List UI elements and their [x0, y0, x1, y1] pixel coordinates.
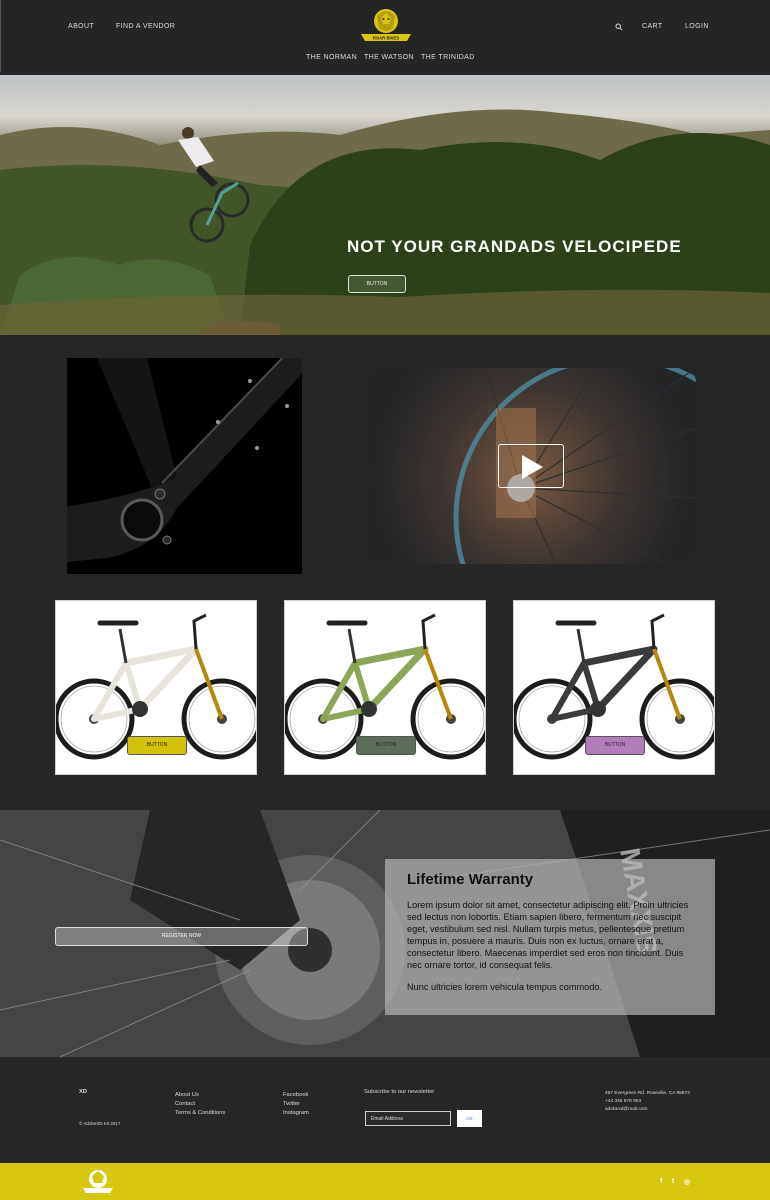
product-button[interactable]: BUTTON: [585, 736, 645, 755]
hero-button[interactable]: BUTTON: [348, 275, 406, 293]
product-card[interactable]: BUTTON: [284, 600, 486, 775]
logo-text: ROAR BIKES: [373, 36, 399, 41]
video-player[interactable]: [366, 368, 696, 564]
product-card[interactable]: BUTTON: [55, 600, 257, 775]
site-header: ABOUT FIND A VENDOR ROAR BIKES CART LOGI…: [0, 0, 770, 72]
footer-phone: +44 345 678 903: [605, 1099, 642, 1104]
search-icon[interactable]: [615, 23, 623, 31]
hero-landscape-image: [0, 109, 770, 335]
nav-cart-link[interactable]: CART: [642, 23, 663, 30]
twitter-icon[interactable]: t: [672, 1178, 674, 1185]
footer-copyright: © AdobeXD Kit 2017: [79, 1121, 121, 1126]
warranty-section: MAXXIS REGISTER NOW Lifetime Warranty Lo…: [0, 810, 770, 1057]
footer-address: 497 Evergreen Rd. Roseville, CA 95673: [605, 1091, 690, 1096]
warranty-footer-text: Nunc ultricies lorem vehicula tempus com…: [407, 982, 603, 992]
roar-bikes-logo[interactable]: ROAR BIKES: [357, 4, 415, 46]
newsletter-label: Subscribe to our newsletter: [364, 1089, 435, 1095]
nav-the-watson-link[interactable]: THE WATSON: [364, 54, 414, 61]
product-button[interactable]: BUTTON: [127, 736, 187, 755]
nav-about-link[interactable]: ABOUT: [68, 23, 94, 30]
hero-title: NOT YOUR GRANDADS VELOCIPEDE: [347, 237, 682, 256]
bottom-logo[interactable]: [80, 1167, 116, 1197]
nav-find-vendor-link[interactable]: FIND A VENDOR: [116, 23, 175, 30]
play-button[interactable]: [498, 444, 564, 488]
newsletter-email-input[interactable]: [365, 1111, 451, 1126]
newsletter-ok-button[interactable]: OK: [457, 1110, 482, 1127]
warranty-info-box: Lifetime Warranty Lorem ipsum dolor sit …: [385, 859, 715, 1015]
footer-email-link[interactable]: adobexd@mail.com: [605, 1107, 647, 1112]
warranty-title: Lifetime Warranty: [407, 871, 534, 888]
register-now-button[interactable]: REGISTER NOW: [55, 927, 308, 946]
footer-link-instagram[interactable]: Instagram: [283, 1110, 309, 1116]
warranty-body-text: Lorem ipsum dolor sit amet, consectetur …: [407, 900, 689, 970]
footer-link-twitter[interactable]: Twitter: [283, 1101, 300, 1107]
footer-link-contact[interactable]: Contact: [175, 1101, 195, 1107]
instagram-icon[interactable]: ◎: [684, 1178, 690, 1186]
footer-link-about-us[interactable]: About Us: [175, 1092, 199, 1098]
product-card[interactable]: BUTTON: [513, 600, 715, 775]
bottom-bar: f t ◎: [0, 1163, 770, 1200]
nav-the-trinidad-link[interactable]: THE TRINIDAD: [421, 54, 475, 61]
play-icon: [522, 455, 543, 479]
footer-link-facebook[interactable]: Facebook: [283, 1092, 308, 1098]
product-button[interactable]: BUTTON: [356, 736, 416, 755]
carbon-frame-image: [67, 358, 302, 574]
facebook-icon[interactable]: f: [660, 1178, 662, 1185]
nav-login-link[interactable]: LOGIN: [685, 23, 709, 30]
footer-brand: XD: [79, 1089, 88, 1095]
site-footer: XD © AdobeXD Kit 2017 About Us Contact T…: [0, 1057, 770, 1163]
nav-the-norman-link[interactable]: THE NORMAN: [306, 54, 357, 61]
footer-link-terms[interactable]: Terms & Conditions: [175, 1110, 225, 1116]
hero-banner: NOT YOUR GRANDADS VELOCIPEDE BUTTON: [0, 75, 770, 335]
